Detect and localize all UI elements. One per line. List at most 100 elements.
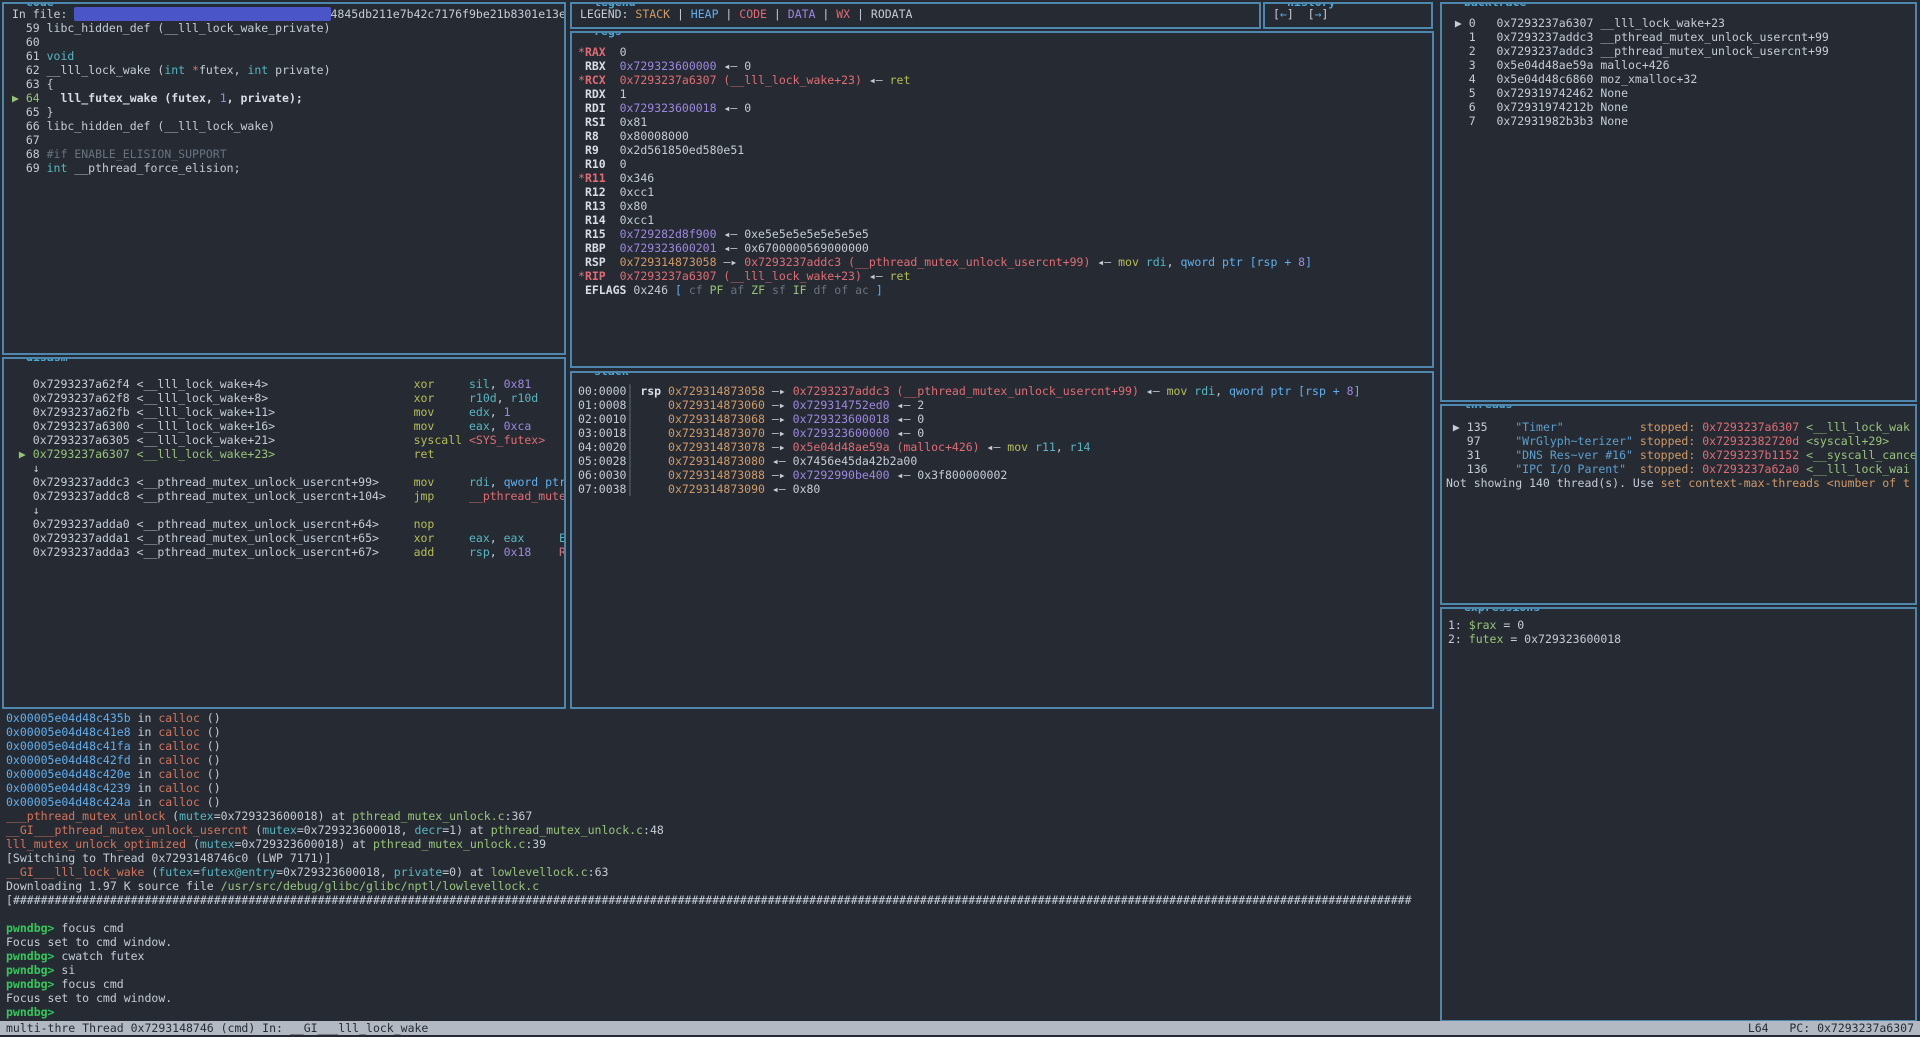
terminal-line: 1 0x7293237addc3 __pthread_mutex_unlock_… — [1448, 30, 1915, 44]
legend-view: LEGEND: STACK | HEAP | CODE | DATA | WX … — [572, 4, 1259, 21]
terminal-line: R10 0 — [578, 157, 1432, 171]
terminal-line: 3 0x5e04d48ae59a malloc+426 — [1448, 58, 1915, 72]
terminal-line: 01:0008│ 0x729314873060 —▸ 0x729314752ed… — [578, 398, 1432, 412]
terminal-line: 69 int __pthread_force_elision; — [12, 161, 564, 175]
registers-view: *RAX 0 RBX 0x729323600000 ◂— 0*RCX 0x729… — [572, 33, 1432, 297]
terminal-line: *RAX 0 — [578, 45, 1432, 59]
registers-panel-title: regs — [590, 31, 626, 38]
disassembly-panel: disasm 0x7293237a62f4 <__lll_lock_wake+4… — [2, 357, 566, 709]
terminal-line: 0x00005e04d48c42fd in calloc () — [6, 753, 1440, 767]
terminal-line — [6, 907, 1440, 921]
terminal-line: ↓ — [12, 503, 564, 517]
terminal-line: 05:0028│ 0x729314873080 ◂— 0x7456e45da42… — [578, 454, 1432, 468]
pwndbg-debugger-screen: code In file: 4845db211e7b42c7176f9be21b… — [0, 0, 1920, 1037]
terminal-line: pwndbg> focus cmd — [6, 921, 1440, 935]
legend-panel-title: legend — [590, 2, 640, 9]
terminal-line: Focus set to cmd window. — [6, 935, 1440, 949]
stack-panel-title: stack — [590, 371, 633, 378]
terminal-line: Downloading 1.97 K source file /usr/src/… — [6, 879, 1440, 893]
terminal-line: 0x7293237adda1 <__pthread_mutex_unlock_u… — [12, 531, 564, 545]
terminal-line: RBX 0x729323600000 ◂— 0 — [578, 59, 1432, 73]
terminal-line: pwndbg> cwatch futex — [6, 949, 1440, 963]
history-panel: history [←] [→] — [1263, 2, 1433, 29]
terminal-line: 59 libc_hidden_def (__lll_lock_wake_priv… — [12, 21, 564, 35]
terminal-line: R8 0x80008000 — [578, 129, 1432, 143]
terminal-line: 65 } — [12, 105, 564, 119]
terminal-line: 0x00005e04d48c424a in calloc () — [6, 795, 1440, 809]
status-bar-right: L64 PC: 0x7293237a6307 — [1748, 1021, 1914, 1035]
terminal-line: 97 "WrGlyph~terizer" stopped: 0x72932382… — [1446, 434, 1915, 448]
terminal-line: 0x7293237addc3 <__pthread_mutex_unlock_u… — [12, 475, 564, 489]
terminal-line: 1: $rax = 0 — [1448, 618, 1915, 632]
backtrace-panel: backtrace ▶ 0 0x7293237a6307 __lll_lock_… — [1440, 2, 1917, 402]
terminal-line: 03:0018│ 0x729314873070 —▸ 0x72932360000… — [578, 426, 1432, 440]
threads-view: ▶ 135 "Timer" stopped: 0x7293237a6307 <_… — [1442, 406, 1915, 490]
terminal-line: 0x7293237adda0 <__pthread_mutex_unlock_u… — [12, 517, 564, 531]
terminal-line: Focus set to cmd window. — [6, 991, 1440, 1005]
terminal-line: 02:0010│ 0x729314873068 —▸ 0x72932360001… — [578, 412, 1432, 426]
status-bar-left: multi-thre Thread 0x7293148746 (cmd) In:… — [6, 1021, 428, 1035]
terminal-line: R13 0x80 — [578, 199, 1432, 213]
terminal-line: pwndbg> focus cmd — [6, 977, 1440, 991]
terminal-line: 2 0x7293237addc3 __pthread_mutex_unlock_… — [1448, 44, 1915, 58]
code-panel-title: code — [22, 2, 58, 9]
terminal-line: ▶ 64 lll_futex_wake (futex, 1, private); — [12, 91, 564, 105]
command-terminal[interactable]: 0x00005e04d48c435b in calloc ()0x00005e0… — [2, 711, 1440, 1021]
threads-panel: threads ▶ 135 "Timer" stopped: 0x7293237… — [1440, 404, 1917, 605]
threads-panel-title: threads — [1460, 404, 1516, 411]
terminal-line: 136 "IPC I/O Parent" stopped: 0x7293237a… — [1446, 462, 1915, 476]
source-code-view: In file: 4845db211e7b42c7176f9be21b8301e… — [4, 4, 564, 175]
expressions-view: 1: $rax = 02: futex = 0x729323600018 — [1442, 609, 1915, 646]
terminal-line: In file: 4845db211e7b42c7176f9be21b8301e… — [12, 7, 564, 21]
terminal-line: ↓ — [12, 461, 564, 475]
backtrace-view: ▶ 0 0x7293237a6307 __lll_lock_wake+23 1 … — [1442, 4, 1915, 128]
terminal-line: __GI___lll_lock_wake (futex=futex@entry=… — [6, 865, 1440, 879]
legend-panel: legend LEGEND: STACK | HEAP | CODE | DAT… — [570, 2, 1261, 29]
redacted-path-block — [74, 7, 330, 21]
terminal-line: 0x7293237a62f8 <__lll_lock_wake+8> xor r… — [12, 391, 564, 405]
history-panel-title: history — [1283, 2, 1339, 9]
terminal-line: 31 "DNS Res~ver #16" stopped: 0x7293237b… — [1446, 448, 1915, 462]
terminal-line: [Switching to Thread 0x7293148746c0 (LWP… — [6, 851, 1440, 865]
terminal-line: 0x7293237addc8 <__pthread_mutex_unlock_u… — [12, 489, 564, 503]
terminal-line: [#######################################… — [6, 893, 1440, 907]
terminal-line: 07:0038│ 0x729314873090 ◂— 0x80 — [578, 482, 1432, 496]
terminal-line: 2: futex = 0x729323600018 — [1448, 632, 1915, 646]
terminal-line: 68 #if ENABLE_ELISION_SUPPORT — [12, 147, 564, 161]
disassembly-panel-title: disasm — [22, 357, 72, 364]
terminal-line: 7 0x72931982b3b3 None — [1448, 114, 1915, 128]
terminal-line: 6 0x72931974212b None — [1448, 100, 1915, 114]
terminal-line: RDX 1 — [578, 87, 1432, 101]
terminal-line: 0x7293237a6300 <__lll_lock_wake+16> mov … — [12, 419, 564, 433]
terminal-line: EFLAGS 0x246 [ cf PF af ZF sf IF df of a… — [578, 283, 1432, 297]
terminal-line: 0x00005e04d48c435b in calloc () — [6, 711, 1440, 725]
terminal-line: 0x00005e04d48c4239 in calloc () — [6, 781, 1440, 795]
stack-view: 00:0000│ rsp 0x729314873058 —▸ 0x7293237… — [572, 373, 1432, 496]
terminal-line: 0x00005e04d48c41e8 in calloc () — [6, 725, 1440, 739]
terminal-line: 06:0030│ 0x729314873088 —▸ 0x7292990be40… — [578, 468, 1432, 482]
terminal-line: pwndbg> si — [6, 963, 1440, 977]
terminal-line: 4 0x5e04d48c6860 moz_xmalloc+32 — [1448, 72, 1915, 86]
terminal-line: LEGEND: STACK | HEAP | CODE | DATA | WX … — [580, 7, 1259, 21]
terminal-line: R12 0xcc1 — [578, 185, 1432, 199]
terminal-line: RSP 0x729314873058 —▸ 0x7293237addc3 (__… — [578, 255, 1432, 269]
terminal-line: 63 { — [12, 77, 564, 91]
terminal-line: Not showing 140 thread(s). Use set conte… — [1446, 476, 1915, 490]
backtrace-panel-title: backtrace — [1460, 2, 1530, 9]
terminal-line: ▶ 0 0x7293237a6307 __lll_lock_wake+23 — [1448, 16, 1915, 30]
disassembly-view: 0x7293237a62f4 <__lll_lock_wake+4> xor s… — [4, 359, 564, 559]
terminal-line: ___pthread_mutex_unlock (mutex=0x7293236… — [6, 809, 1440, 823]
terminal-line: __GI___pthread_mutex_unlock_usercnt (mut… — [6, 823, 1440, 837]
terminal-line: 0x7293237a62f4 <__lll_lock_wake+4> xor s… — [12, 377, 564, 391]
registers-panel: regs *RAX 0 RBX 0x729323600000 ◂— 0*RCX … — [570, 31, 1434, 368]
code-panel: code In file: 4845db211e7b42c7176f9be21b… — [2, 2, 566, 355]
terminal-line: 67 — [12, 133, 564, 147]
terminal-line: 0x7293237a62fb <__lll_lock_wake+11> mov … — [12, 405, 564, 419]
terminal-line: R14 0xcc1 — [578, 213, 1432, 227]
terminal-line: [←] [→] — [1273, 7, 1431, 21]
terminal-line: R15 0x729282d8f900 ◂— 0xe5e5e5e5e5e5e5e5 — [578, 227, 1432, 241]
terminal-line: 0x00005e04d48c41fa in calloc () — [6, 739, 1440, 753]
terminal-line: lll_mutex_unlock_optimized (mutex=0x7293… — [6, 837, 1440, 851]
terminal-line: 0x7293237adda3 <__pthread_mutex_unlock_u… — [12, 545, 564, 559]
terminal-line: 0x00005e04d48c420e in calloc () — [6, 767, 1440, 781]
